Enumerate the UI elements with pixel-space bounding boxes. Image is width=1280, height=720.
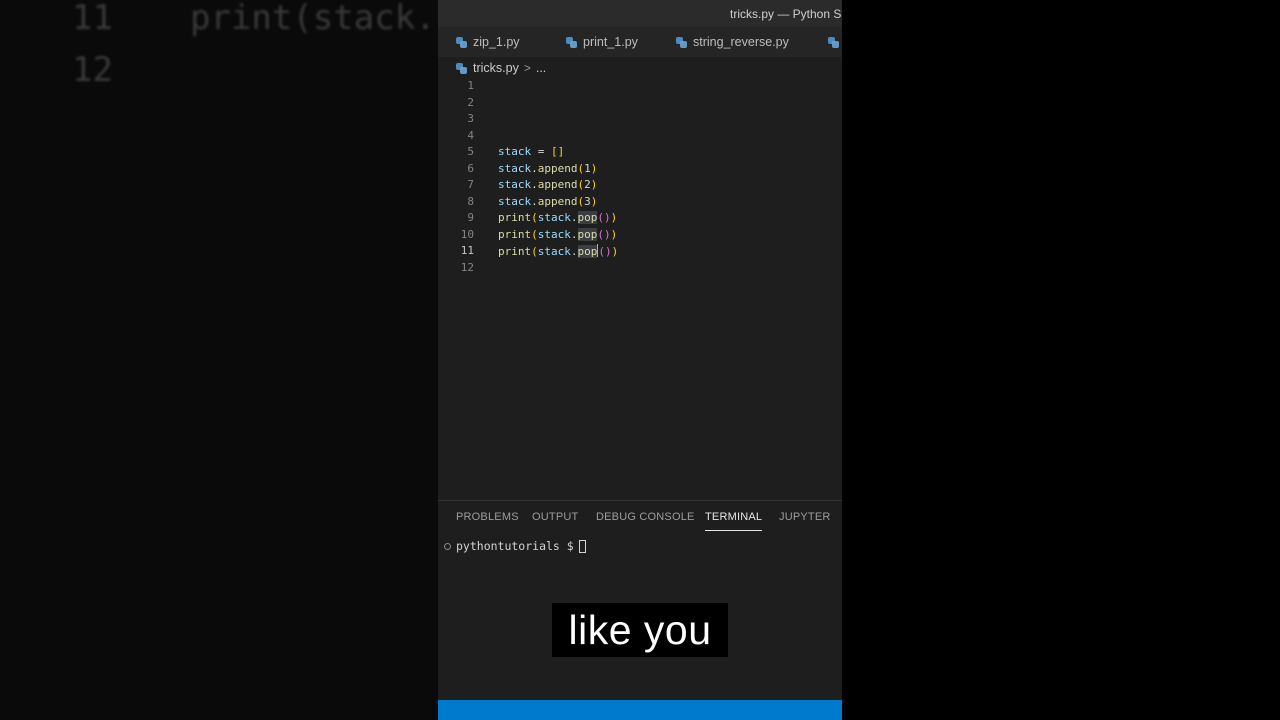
code-line: 8 stack.append(3): [438, 194, 842, 211]
line-number: 1: [467, 79, 474, 92]
tab-print-1[interactable]: print_1.py: [566, 27, 638, 57]
line-number: 10: [460, 227, 474, 241]
tab-string-reverse[interactable]: string_reverse.py: [676, 27, 789, 57]
tab-terminal[interactable]: TERMINAL: [705, 511, 763, 531]
code-line: 12: [438, 260, 842, 277]
line-number: 4: [467, 128, 474, 142]
zoom-line-number: 11: [72, 0, 113, 38]
chevron-right-icon: >: [523, 61, 531, 75]
code-text: print(stack.pop()): [498, 244, 619, 258]
line-number: 7: [467, 178, 474, 191]
tab-label: string_reverse.py: [693, 35, 789, 49]
line-number: 9: [467, 211, 474, 224]
video-caption: like you: [552, 603, 728, 657]
python-file-icon: [456, 62, 467, 74]
python-file-icon: [456, 36, 467, 48]
python-file-icon: [676, 36, 687, 48]
tab-zip-1[interactable]: zip_1.py: [456, 27, 520, 57]
zoom-code-line: print(stack.: [190, 0, 436, 38]
terminal-prompt: pythontutorials $: [456, 539, 574, 553]
line-number: 6: [467, 161, 474, 175]
line-number: 3: [467, 112, 474, 125]
window-title: tricks.py — Python Sh: [730, 7, 842, 21]
code-line: 7 stack.append(2): [438, 177, 842, 194]
tab-debug-console[interactable]: DEBUG CONSOLE: [596, 511, 695, 523]
tab-label: print_1.py: [583, 35, 638, 49]
code-line: 2: [438, 95, 842, 112]
tab-overflow[interactable]: [828, 27, 842, 57]
line-number: 2: [467, 95, 474, 109]
code-line: 4: [438, 128, 842, 145]
line-number: 5: [467, 145, 474, 158]
breadcrumb: tricks.py > ...: [438, 57, 842, 79]
tab-jupyter[interactable]: JUPYTER: [779, 511, 831, 523]
code-text: stack = []: [498, 145, 565, 158]
zoom-line-number: 12: [72, 50, 113, 90]
code-text: print(stack.pop()): [498, 211, 618, 224]
line-number: 12: [460, 260, 474, 274]
editor-tabs: zip_1.py print_1.py string_reverse.py: [438, 27, 842, 57]
terminal[interactable]: pythontutorials $: [444, 539, 586, 553]
code-editor[interactable]: 1 2 3 4 5 stack = [] 6 stack.append(1) 7…: [438, 78, 842, 498]
code-text: print(stack.pop()): [498, 227, 618, 241]
bottom-panel: PROBLEMS OUTPUT DEBUG CONSOLE TERMINAL J…: [438, 500, 842, 700]
circle-icon: [444, 542, 451, 550]
python-file-icon: [828, 36, 839, 48]
code-line: 3: [438, 111, 842, 128]
code-line: 9 print(stack.pop()): [438, 210, 842, 227]
code-line: 1: [438, 78, 842, 95]
code-line: 6 stack.append(1): [438, 161, 842, 178]
status-bar: [438, 700, 842, 720]
tab-output[interactable]: OUTPUT: [532, 511, 578, 523]
breadcrumb-file[interactable]: tricks.py: [473, 61, 519, 75]
tab-problems[interactable]: PROBLEMS: [456, 511, 519, 523]
title-bar: tricks.py — Python Sh: [438, 0, 842, 27]
breadcrumb-more[interactable]: ...: [536, 61, 546, 75]
code-text: stack.append(2): [498, 178, 598, 191]
terminal-cursor: [578, 539, 586, 553]
tab-label: zip_1.py: [473, 35, 520, 49]
code-text: stack.append(1): [498, 161, 598, 175]
background-zoomed-code: 11 print(stack. 12: [0, 0, 438, 720]
background-right: [842, 0, 1280, 720]
code-text: stack.append(3): [498, 194, 598, 208]
code-line-active: 11 print(stack.pop()): [438, 243, 842, 260]
code-line: 5 stack = []: [438, 144, 842, 161]
python-file-icon: [566, 36, 577, 48]
line-number: 8: [467, 194, 474, 208]
line-number: 11: [460, 244, 474, 257]
code-line: 10 print(stack.pop()): [438, 227, 842, 244]
